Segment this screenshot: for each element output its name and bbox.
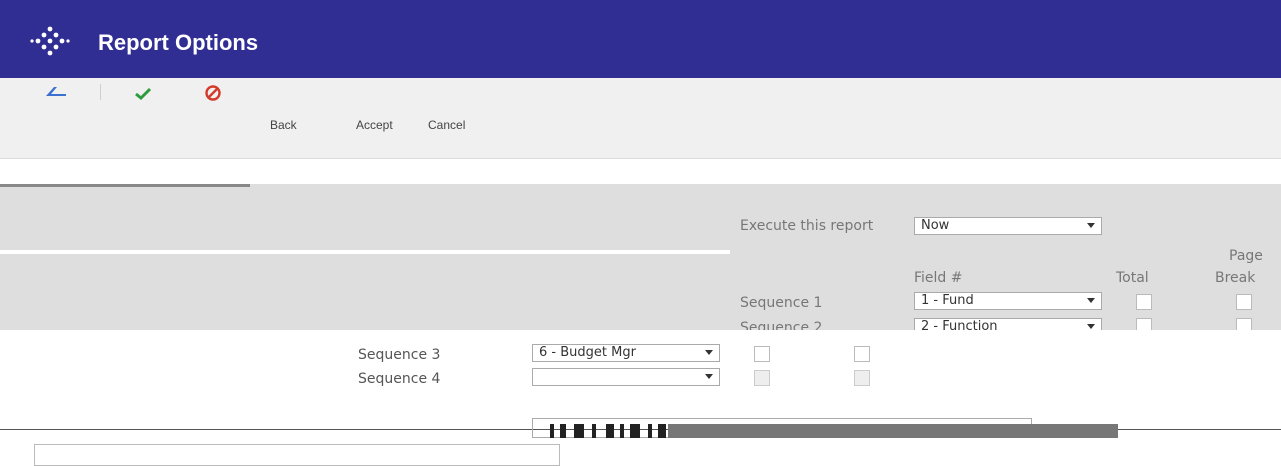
break-header: Break xyxy=(1215,270,1256,286)
artifact-bar xyxy=(630,424,640,438)
cancel-button-icon-area[interactable] xyxy=(204,84,222,105)
dropdown-arrow-icon xyxy=(1087,223,1095,228)
sequence-4-label: Sequence 4 xyxy=(358,371,441,387)
sequence-1-total-checkbox[interactable] xyxy=(1136,294,1152,310)
sequence-2-row: Sequence 2 2 - Function xyxy=(0,318,1281,330)
page-header: Page xyxy=(1229,248,1263,264)
cancel-label: Cancel xyxy=(428,118,466,132)
window-title: Report Options xyxy=(98,30,259,55)
back-button-icon-area[interactable] xyxy=(44,84,68,101)
sequence-4-select[interactable] xyxy=(532,368,720,386)
artifact-gray-block xyxy=(668,424,1118,438)
accept-button-icon-area[interactable] xyxy=(134,86,152,103)
cancel-icon xyxy=(205,85,221,101)
sequence-1-value: 1 - Fund xyxy=(921,293,974,308)
band-artifact xyxy=(0,184,250,187)
sequence-2-pagebreak-checkbox[interactable] xyxy=(1236,318,1252,330)
artifact-bar xyxy=(550,424,554,438)
back-icon xyxy=(46,87,66,96)
sequence-4-total-checkbox[interactable] xyxy=(754,370,770,386)
artifact-bar xyxy=(658,424,666,438)
execute-value: Now xyxy=(921,218,950,233)
dropdown-arrow-icon xyxy=(1087,298,1095,303)
artifact-bar xyxy=(560,424,566,438)
dropdown-arrow-icon xyxy=(1087,324,1095,329)
sequence-2-label: Sequence 2 xyxy=(740,320,823,330)
sequence-3-select[interactable]: 6 - Budget Mgr xyxy=(532,344,720,362)
execute-select[interactable]: Now xyxy=(914,217,1102,235)
sequence-3-pagebreak-checkbox[interactable] xyxy=(854,346,870,362)
artifact-bar xyxy=(606,424,614,438)
sequence-3-total-checkbox[interactable] xyxy=(754,346,770,362)
sequence-2-value: 2 - Function xyxy=(921,319,998,330)
artifact-bar xyxy=(620,424,624,438)
sequence-3-value: 6 - Budget Mgr xyxy=(539,345,636,360)
sequence-4-pagebreak-checkbox[interactable] xyxy=(854,370,870,386)
sequence-1-select[interactable]: 1 - Fund xyxy=(914,292,1102,310)
toolbar-separator xyxy=(100,84,101,100)
accept-label: Accept xyxy=(356,118,393,132)
accept-icon xyxy=(135,87,152,101)
artifact-bar xyxy=(592,424,596,438)
artifact-bar xyxy=(574,424,584,438)
toolbar: Back Accept Cancel xyxy=(0,78,1281,159)
title-bar: Report Options xyxy=(0,0,1281,78)
artifact-bar xyxy=(648,424,652,438)
execute-label: Execute this report xyxy=(740,218,874,234)
band-divider xyxy=(0,250,730,254)
sequence-3-label: Sequence 3 xyxy=(358,347,441,363)
sequence-2-total-checkbox[interactable] xyxy=(1136,318,1152,330)
dropdown-arrow-icon xyxy=(705,350,713,355)
total-header: Total xyxy=(1116,270,1149,286)
sequence-1-pagebreak-checkbox[interactable] xyxy=(1236,294,1252,310)
sequence-2-select[interactable]: 2 - Function xyxy=(914,318,1102,330)
back-label: Back xyxy=(270,118,297,132)
bottom-input[interactable] xyxy=(34,444,560,466)
dropdown-arrow-icon xyxy=(705,374,713,379)
field-header: Field # xyxy=(914,270,963,286)
sequence-1-label: Sequence 1 xyxy=(740,295,823,311)
logo-icon xyxy=(30,26,70,56)
